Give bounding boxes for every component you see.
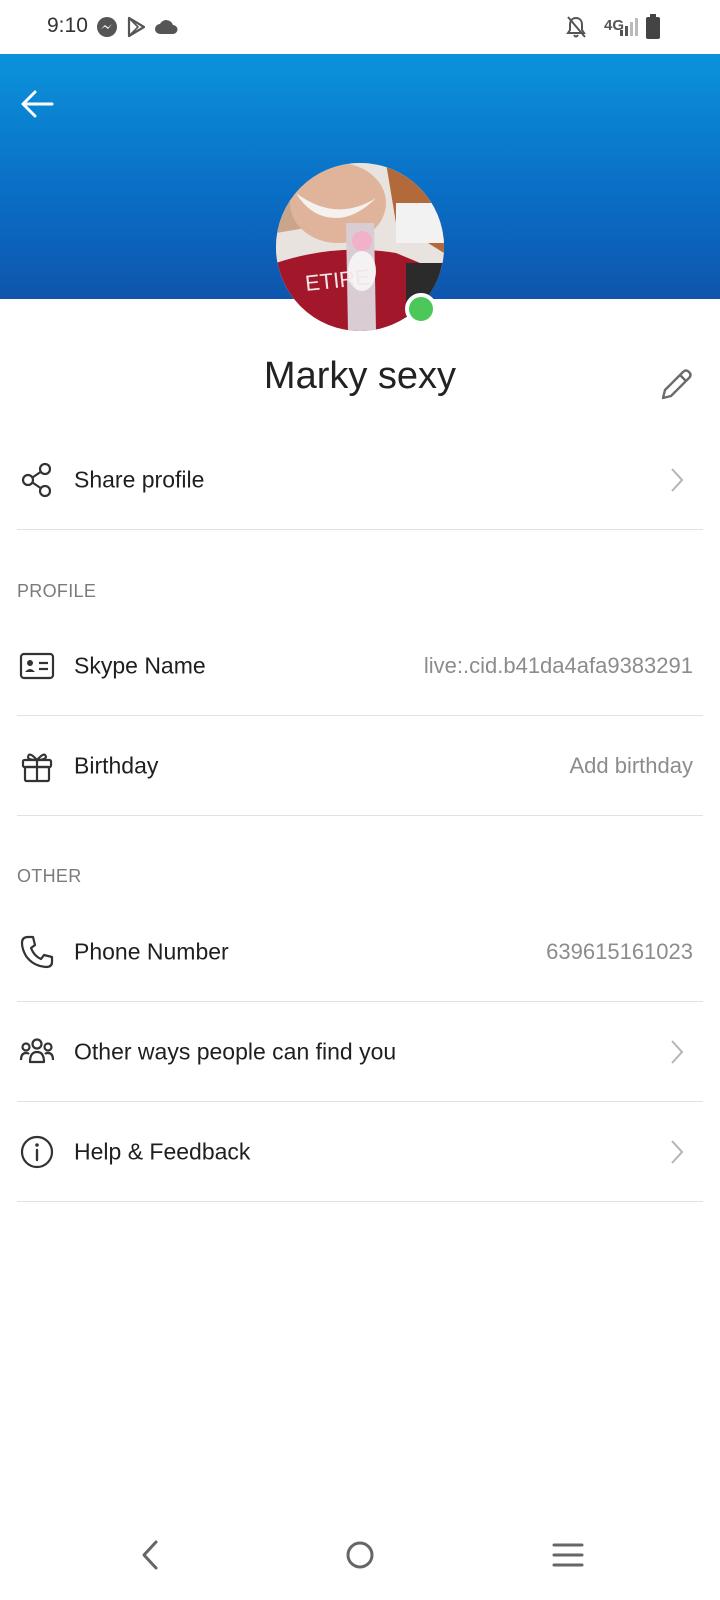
birthday-row[interactable]: Birthday Add birthday (17, 716, 703, 816)
phone-number-row[interactable]: Phone Number 639615161023 (17, 902, 703, 1002)
skype-name-label: Skype Name (74, 652, 206, 678)
people-icon (19, 1037, 55, 1063)
profile-name: Marky sexy (263, 355, 457, 397)
chevron-right-icon (671, 467, 684, 492)
birthday-label: Birthday (74, 752, 159, 778)
skype-name-row[interactable]: Skype Name live:.cid.b41da4afa9383291 (17, 616, 703, 716)
recents-nav-icon[interactable] (543, 1530, 593, 1580)
presence-indicator (405, 293, 437, 325)
skype-name-value: live:.cid.b41da4afa9383291 (423, 652, 693, 678)
other-ways-label: Other ways people can find you (74, 1038, 397, 1064)
other-ways-row[interactable]: Other ways people can find you (17, 1002, 703, 1102)
phone-number-label: Phone Number (74, 938, 229, 964)
arrow-left-icon[interactable] (18, 84, 58, 124)
back-nav-icon[interactable] (126, 1530, 176, 1580)
chevron-right-icon (671, 1039, 684, 1064)
help-feedback-label: Help & Feedback (74, 1138, 251, 1164)
chevron-right-icon (671, 1139, 684, 1164)
birthday-value[interactable]: Add birthday (569, 753, 693, 779)
signal-icon (620, 18, 638, 36)
messenger-icon (97, 17, 117, 37)
section-label-profile: PROFILE (17, 581, 97, 601)
cloud-icon (155, 20, 178, 34)
system-nav-bar (0, 1510, 720, 1600)
share-profile-label: Share profile (74, 466, 205, 492)
share-icon (21, 462, 52, 497)
phone-number-value: 639615161023 (546, 938, 693, 964)
battery-icon (646, 14, 660, 39)
gift-icon (21, 753, 53, 782)
phone-icon (20, 935, 54, 968)
status-bar: 9:10 4G (0, 0, 720, 54)
info-icon (20, 1135, 54, 1168)
status-time: 9:10 (47, 14, 88, 37)
section-label-other: OTHER (17, 866, 82, 886)
home-nav-icon[interactable] (335, 1530, 385, 1580)
pencil-icon[interactable] (655, 364, 695, 404)
help-feedback-row[interactable]: Help & Feedback (17, 1102, 703, 1202)
play-store-icon (127, 16, 146, 38)
id-card-icon (19, 652, 55, 679)
notifications-off-icon (566, 16, 586, 38)
share-profile-row[interactable]: Share profile (17, 430, 703, 530)
